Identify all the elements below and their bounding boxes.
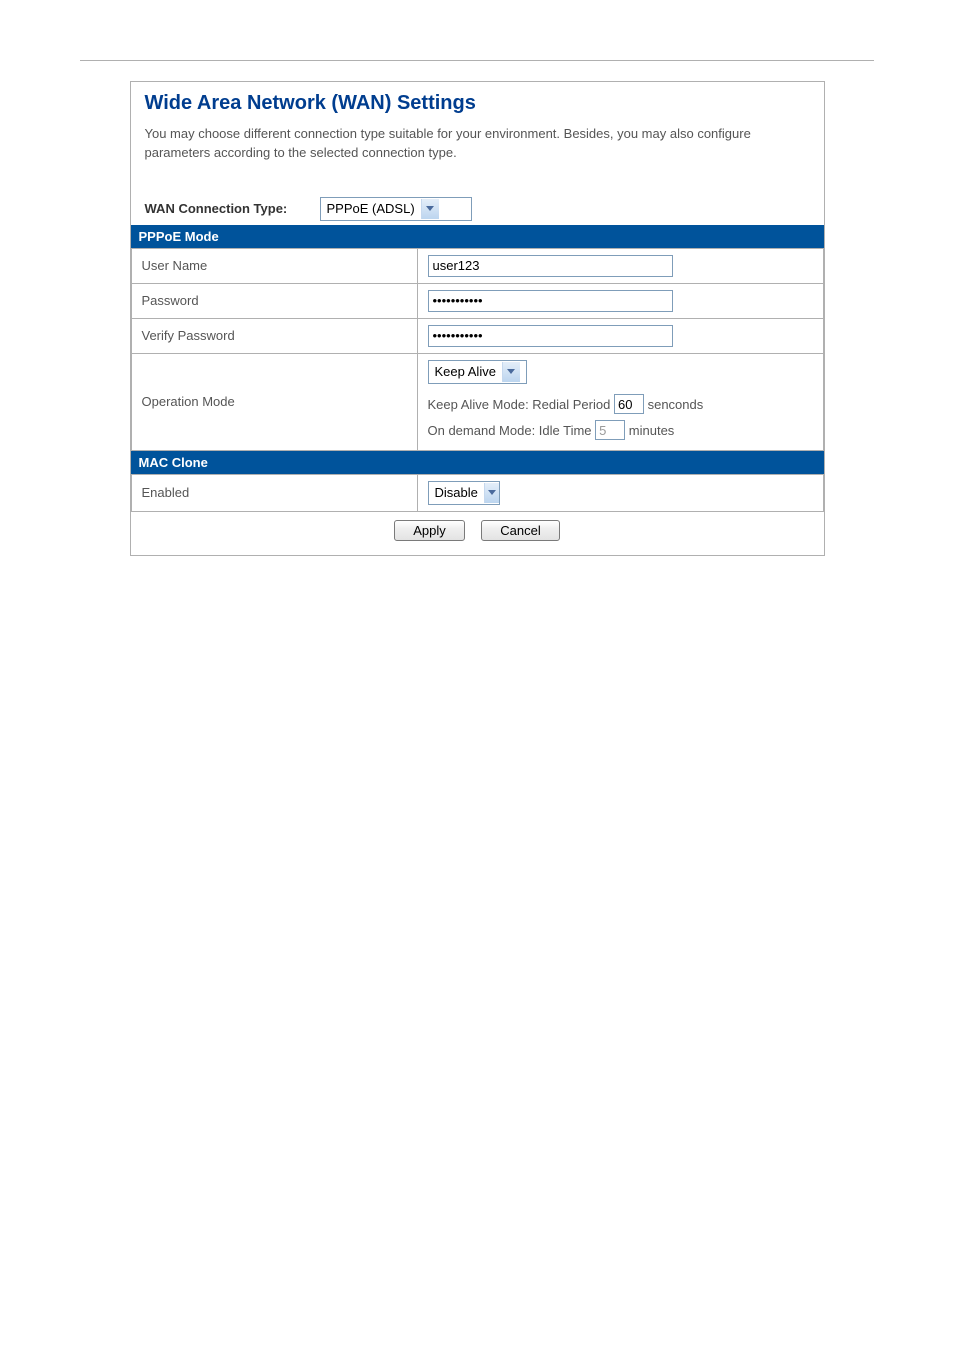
button-row: Apply Cancel bbox=[145, 512, 810, 545]
password-label: Password bbox=[131, 283, 417, 318]
mac-clone-enabled-label: Enabled bbox=[131, 474, 417, 511]
table-row: Enabled Disable bbox=[131, 474, 823, 511]
chevron-down-icon bbox=[421, 199, 439, 219]
ondemand-suffix: minutes bbox=[629, 423, 675, 438]
keepalive-redial-input[interactable] bbox=[614, 394, 644, 414]
keepalive-prefix: Keep Alive Mode: Redial Period bbox=[428, 397, 611, 412]
username-label: User Name bbox=[131, 248, 417, 283]
panel-description: You may choose different connection type… bbox=[145, 125, 810, 163]
verify-password-label: Verify Password bbox=[131, 318, 417, 353]
wan-settings-panel: Wide Area Network (WAN) Settings You may… bbox=[130, 81, 825, 556]
apply-button[interactable]: Apply bbox=[394, 520, 465, 541]
wan-connection-type-value: PPPoE (ADSL) bbox=[321, 201, 421, 216]
mac-clone-enabled-select[interactable]: Disable bbox=[428, 481, 500, 505]
mac-clone-table: Enabled Disable bbox=[131, 474, 824, 512]
wan-connection-type-select[interactable]: PPPoE (ADSL) bbox=[320, 197, 472, 221]
password-input[interactable] bbox=[428, 290, 673, 312]
pppoe-mode-header: PPPoE Mode bbox=[131, 225, 824, 248]
chevron-down-icon bbox=[502, 362, 520, 382]
ondemand-prefix: On demand Mode: Idle Time bbox=[428, 423, 592, 438]
username-input[interactable] bbox=[428, 255, 673, 277]
table-row: Operation Mode Keep Alive Keep Alive Mod… bbox=[131, 353, 823, 450]
operation-mode-label: Operation Mode bbox=[131, 353, 417, 450]
mac-clone-enabled-value: Disable bbox=[429, 485, 484, 500]
mac-clone-header: MAC Clone bbox=[131, 451, 824, 474]
operation-mode-select[interactable]: Keep Alive bbox=[428, 360, 527, 384]
table-row: Password bbox=[131, 283, 823, 318]
table-row: User Name bbox=[131, 248, 823, 283]
ondemand-idle-input[interactable] bbox=[595, 420, 625, 440]
top-divider bbox=[80, 60, 874, 61]
verify-password-input[interactable] bbox=[428, 325, 673, 347]
cancel-button[interactable]: Cancel bbox=[481, 520, 559, 541]
keepalive-suffix: senconds bbox=[648, 397, 704, 412]
operation-mode-value: Keep Alive bbox=[429, 364, 502, 379]
panel-title: Wide Area Network (WAN) Settings bbox=[145, 92, 810, 115]
chevron-down-icon bbox=[484, 483, 499, 503]
pppoe-table: User Name Password Verify Password Opera… bbox=[131, 248, 824, 451]
table-row: Verify Password bbox=[131, 318, 823, 353]
wan-connection-type-label: WAN Connection Type: bbox=[145, 201, 320, 216]
